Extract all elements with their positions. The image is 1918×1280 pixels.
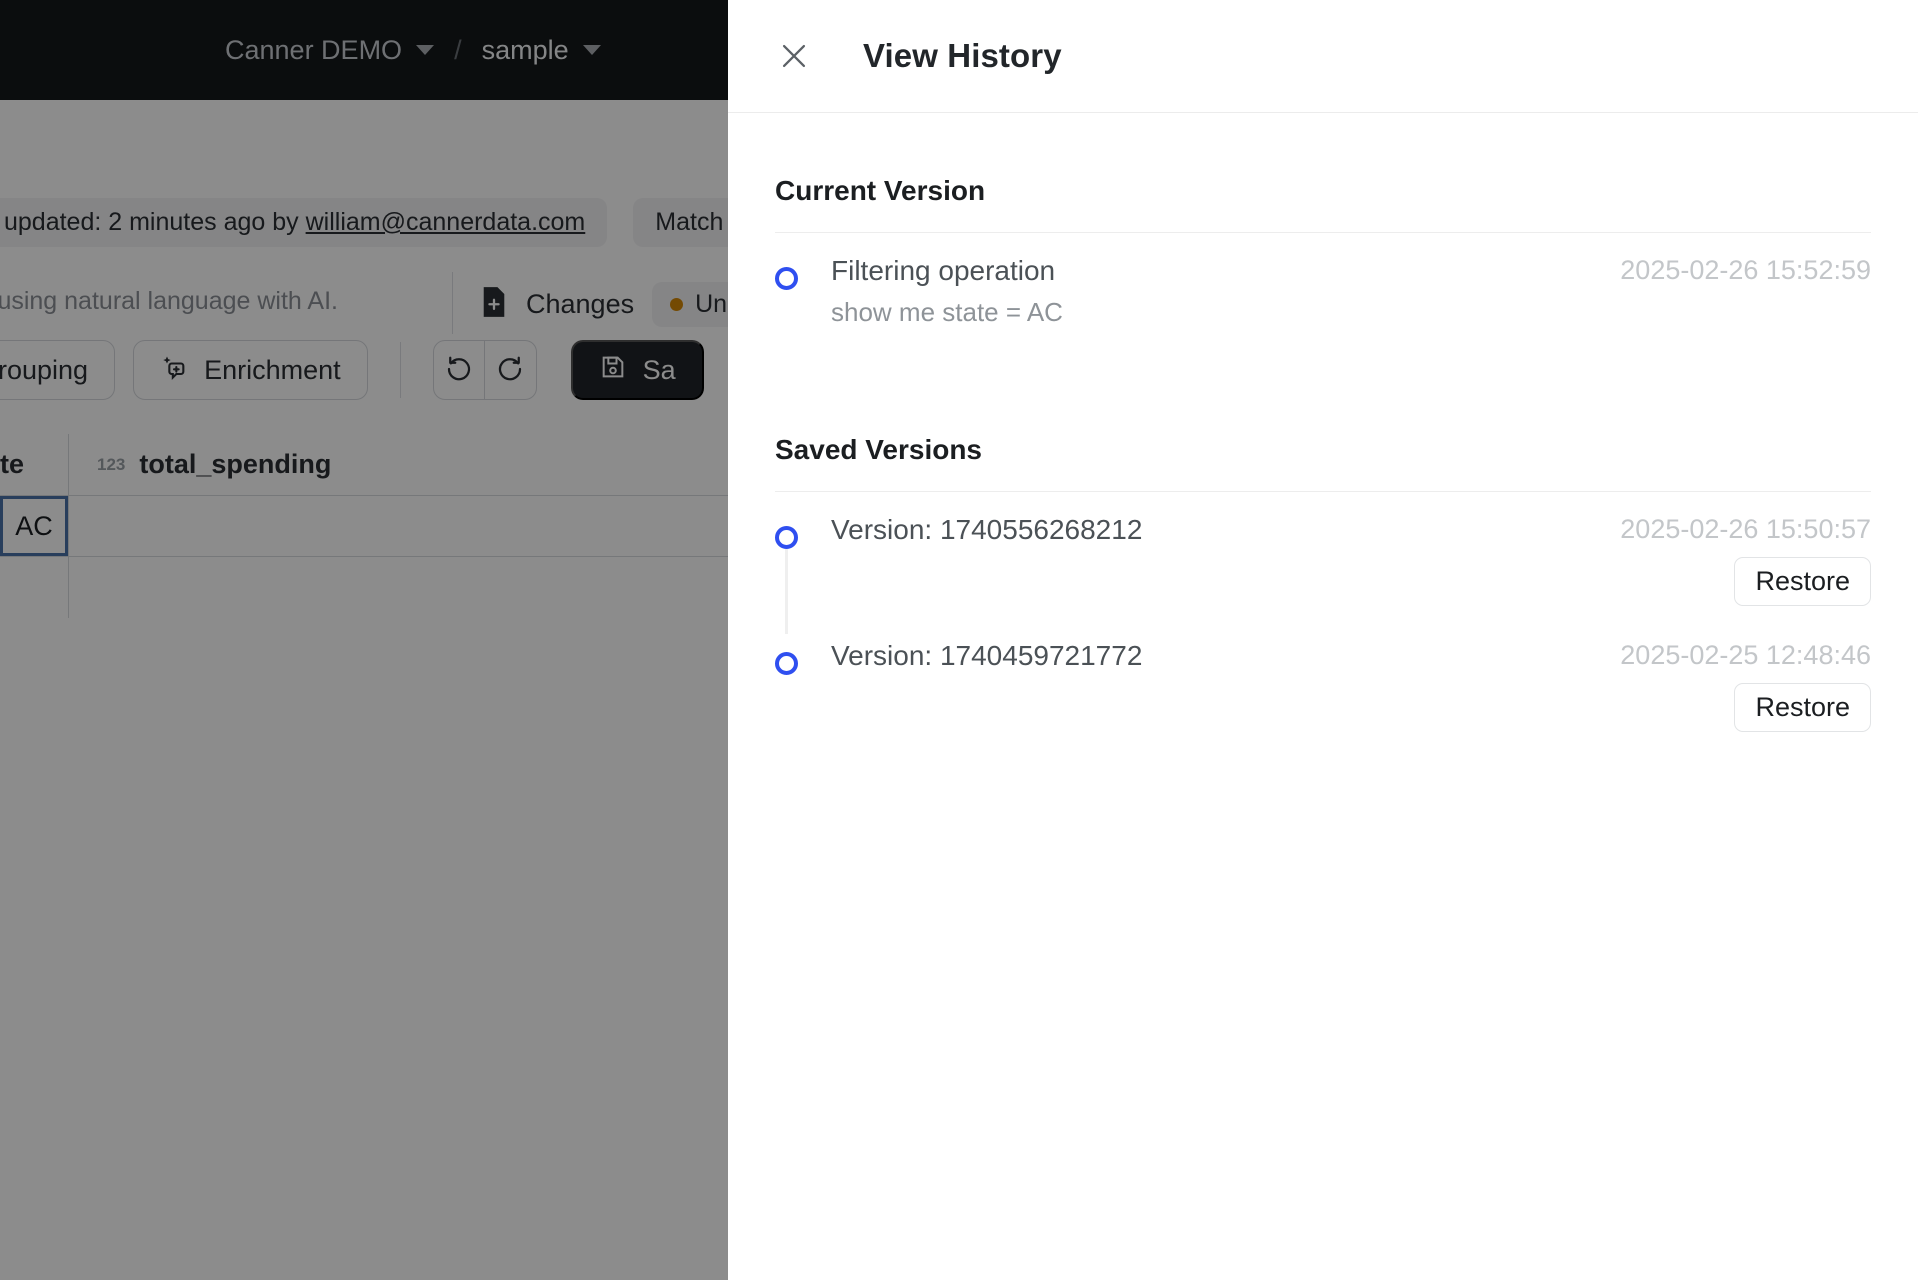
history-entry-meta: 2025-02-25 12:48:46 Restore [1620, 640, 1871, 732]
drawer-header: View History [728, 0, 1918, 113]
section-current-version: Current Version Filtering operation show… [775, 113, 1871, 328]
history-entry-timestamp: 2025-02-26 15:52:59 [1620, 255, 1871, 285]
section-title: Current Version [775, 175, 986, 206]
entry-gap [775, 606, 1871, 640]
timeline-saved: Version: 1740556268212 2025-02-26 15:50:… [775, 492, 1871, 732]
history-entry[interactable]: Version: 1740459721772 2025-02-25 12:48:… [775, 640, 1871, 732]
restore-button[interactable]: Restore [1734, 683, 1871, 732]
drawer-body: Current Version Filtering operation show… [728, 113, 1918, 732]
history-entry-content: Version: 1740459721772 2025-02-25 12:48:… [798, 640, 1871, 732]
history-entry-meta: 2025-02-26 15:52:59 [1620, 255, 1871, 286]
close-icon[interactable] [775, 37, 813, 75]
history-entry-title: Version: 1740556268212 [831, 514, 1143, 545]
history-entry-content: Version: 1740556268212 2025-02-26 15:50:… [798, 514, 1871, 606]
history-entry-text: Filtering operation show me state = AC [831, 255, 1063, 328]
history-entry-text: Version: 1740556268212 [831, 514, 1142, 546]
history-entry-meta: 2025-02-26 15:50:57 Restore [1620, 514, 1871, 606]
history-entry-text: Version: 1740459721772 [831, 640, 1142, 672]
drawer-title: View History [863, 37, 1062, 74]
view-history-drawer: View History Current Version Filtering o… [728, 0, 1918, 1280]
history-entry[interactable]: Version: 1740556268212 2025-02-26 15:50:… [775, 514, 1871, 606]
section-saved-versions: Saved Versions Version: 1740556268212 20… [775, 372, 1871, 732]
restore-button[interactable]: Restore [1734, 557, 1871, 606]
history-entry-detail: show me state = AC [831, 297, 1063, 327]
history-entry-timestamp: 2025-02-26 15:50:57 [1620, 514, 1871, 544]
history-entry-content: Filtering operation show me state = AC 2… [798, 255, 1871, 328]
timeline-dot-icon [775, 267, 798, 290]
history-entry-title: Version: 1740459721772 [831, 640, 1143, 671]
timeline-dot-icon [775, 526, 798, 549]
history-entry[interactable]: Filtering operation show me state = AC 2… [775, 255, 1871, 328]
timeline-dot-icon [775, 652, 798, 675]
timeline-current: Filtering operation show me state = AC 2… [775, 233, 1871, 328]
history-entry-timestamp: 2025-02-25 12:48:46 [1620, 640, 1871, 670]
section-title: Saved Versions [775, 434, 983, 465]
history-entry-title: Filtering operation [831, 255, 1056, 286]
